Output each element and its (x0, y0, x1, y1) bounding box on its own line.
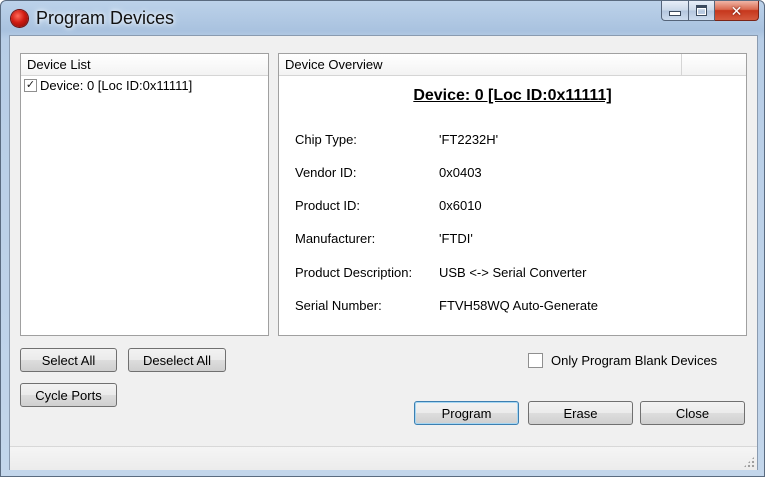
device-overview-header: Device Overview (285, 57, 383, 72)
device-overview-title: Device: 0 [Loc ID:0x11111] (413, 87, 612, 104)
vendor-id-label: Vendor ID: (295, 165, 357, 180)
only-program-blank-option[interactable]: Only Program Blank Devices (528, 353, 717, 368)
manufacturer-value: 'FTDI' (439, 231, 473, 246)
device-checkbox[interactable]: ✓ (24, 79, 37, 92)
device-list: ✓ Device: 0 [Loc ID:0x11111] (21, 76, 268, 95)
product-id-label: Product ID: (295, 198, 361, 213)
window-title: Program Devices (36, 8, 175, 28)
device-overview-header-row: Device Overview (279, 54, 746, 76)
product-description-label: Product Description: (295, 265, 413, 280)
device-list-item[interactable]: ✓ Device: 0 [Loc ID:0x11111] (21, 76, 268, 95)
device-list-item-label: Device: 0 [Loc ID:0x11111] (40, 78, 193, 93)
maximize-button[interactable] (689, 1, 715, 21)
chip-type-value: 'FT2232H' (439, 132, 499, 147)
chip-type-label: Chip Type: (295, 132, 357, 147)
device-overview-panel: Device Overview Device: 0 [Loc ID:0x1111… (278, 53, 747, 336)
resize-grip-icon[interactable] (743, 456, 755, 468)
close-window-button[interactable]: ✕ (715, 1, 759, 21)
caption-buttons: ✕ (661, 1, 759, 21)
close-icon: ✕ (730, 2, 743, 19)
only-program-blank-checkbox[interactable] (528, 353, 543, 368)
program-button[interactable]: Program (414, 401, 519, 425)
deselect-all-button[interactable]: Deselect All (128, 348, 226, 372)
program-devices-window: Program Devices ✕ Device List ✓ Device: … (0, 0, 765, 477)
maximize-icon (696, 5, 707, 16)
status-bar (10, 446, 757, 470)
product-id-value: 0x6010 (439, 198, 482, 213)
select-all-button[interactable]: Select All (20, 348, 117, 372)
serial-number-value: FTVH58WQ Auto-Generate (439, 298, 598, 313)
cycle-ports-button[interactable]: Cycle Ports (20, 383, 117, 407)
device-overview-body: Device: 0 [Loc ID:0x11111] Chip Type: 'F… (279, 76, 746, 335)
erase-button[interactable]: Erase (528, 401, 633, 425)
app-record-icon (11, 10, 28, 27)
header-divider (681, 54, 682, 75)
vendor-id-value: 0x0403 (439, 165, 482, 180)
product-description-value: USB <-> Serial Converter (439, 265, 587, 280)
serial-number-label: Serial Number: (295, 298, 382, 313)
device-list-header: Device List (21, 54, 268, 76)
minimize-icon (669, 11, 681, 16)
title-bar[interactable]: Program Devices ✕ (1, 1, 764, 35)
close-button[interactable]: Close (640, 401, 745, 425)
minimize-button[interactable] (661, 1, 689, 21)
device-list-panel: Device List ✓ Device: 0 [Loc ID:0x11111] (20, 53, 269, 336)
manufacturer-label: Manufacturer: (295, 231, 376, 246)
dialog-client-area: Device List ✓ Device: 0 [Loc ID:0x11111]… (9, 35, 758, 470)
only-program-blank-label: Only Program Blank Devices (551, 353, 718, 368)
